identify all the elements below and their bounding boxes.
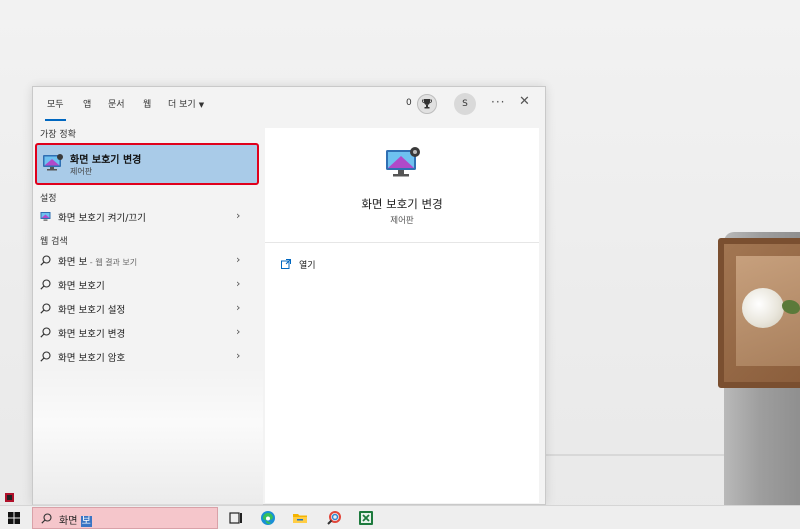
- best-match-subtitle: 제어판: [70, 167, 93, 176]
- web-result-label: 화면 보 - 웹 결과 보기: [58, 257, 138, 268]
- display-icon: [40, 212, 51, 221]
- detail-subtitle: 제어판: [390, 216, 414, 226]
- chevron-right-icon[interactable]: ›: [236, 301, 240, 314]
- start-icon[interactable]: [8, 512, 20, 524]
- rewards-count: 0: [406, 98, 412, 108]
- task-view-icon[interactable]: [228, 510, 244, 526]
- web-result-label: 화면 보호기 암호: [58, 353, 126, 364]
- start-menu-search-panel: 모두 앱 문서 웹 더 보기 ▼ 0 S ··· ✕ 가장 정확 화면 보호기 변…: [32, 86, 546, 507]
- web-result-item[interactable]: 화면 보호기 ›: [33, 274, 263, 294]
- search-results-list: 가장 정확 화면 보호기 변경 제어판 설정 화면 보호기 켜기/끄기 › 웹 …: [33, 127, 263, 507]
- taskbar: 화면 보: [0, 505, 800, 529]
- search-icon: [40, 351, 51, 362]
- open-icon: [281, 259, 291, 269]
- monitor-settings-icon: [43, 154, 63, 171]
- web-result-item[interactable]: 화면 보호기 설정 ›: [33, 298, 263, 318]
- blurred-region: [33, 367, 263, 507]
- settings-item-screensaver-toggle[interactable]: 화면 보호기 켜기/끄기 ›: [33, 206, 263, 226]
- chevron-right-icon[interactable]: ›: [236, 253, 240, 266]
- web-result-item[interactable]: 화면 보호기 변경 ›: [33, 322, 263, 342]
- divider: [265, 242, 539, 243]
- edge-icon[interactable]: [260, 510, 276, 526]
- detail-title: 화면 보호기 변경: [361, 197, 443, 211]
- result-detail-pane: 화면 보호기 변경 제어판 열기: [265, 128, 539, 503]
- web-result-item[interactable]: 화면 보 - 웹 결과 보기 ›: [33, 250, 263, 270]
- tab-more[interactable]: 더 보기 ▼: [168, 98, 204, 112]
- best-match-title: 화면 보호기 변경: [70, 155, 142, 166]
- excel-icon[interactable]: [358, 510, 374, 526]
- desktop-app-icon[interactable]: [5, 493, 14, 502]
- tab-more-label: 더 보기: [168, 100, 196, 110]
- open-action[interactable]: 열기: [281, 258, 521, 274]
- best-match-item[interactable]: 화면 보호기 변경 제어판: [35, 143, 259, 185]
- search-filter-bar: 모두 앱 문서 웹 더 보기 ▼ 0 S ··· ✕: [33, 87, 545, 123]
- tab-web[interactable]: 웹: [143, 98, 151, 112]
- search-app-icon[interactable]: [326, 510, 342, 526]
- search-icon: [40, 303, 51, 314]
- chevron-right-icon[interactable]: ›: [236, 325, 240, 338]
- search-icon: [40, 255, 51, 266]
- open-action-label: 열기: [299, 261, 316, 271]
- web-result-label: 화면 보호기: [58, 281, 105, 292]
- trophy-icon[interactable]: [417, 94, 437, 114]
- chevron-right-icon[interactable]: ›: [236, 209, 240, 222]
- search-query-selection: 보: [80, 516, 92, 527]
- chevron-right-icon[interactable]: ›: [236, 277, 240, 290]
- settings-heading: 설정: [40, 194, 57, 204]
- web-search-heading: 웹 검색: [40, 237, 68, 247]
- tab-all[interactable]: 모두: [45, 98, 66, 121]
- settings-item-label: 화면 보호기 켜기/끄기: [58, 213, 146, 224]
- file-explorer-icon[interactable]: [292, 510, 308, 526]
- caret-down-icon: ▼: [198, 101, 205, 109]
- best-match-heading: 가장 정확: [40, 130, 76, 140]
- more-options-icon[interactable]: ···: [491, 95, 505, 109]
- taskbar-search-input[interactable]: 화면 보: [32, 507, 218, 529]
- web-result-label: 화면 보호기 변경: [58, 329, 126, 340]
- search-icon: [40, 327, 51, 338]
- web-result-item[interactable]: 화면 보호기 암호 ›: [33, 346, 263, 366]
- search-icon: [40, 279, 51, 290]
- close-icon[interactable]: ✕: [519, 94, 530, 109]
- tab-documents[interactable]: 문서: [108, 98, 125, 112]
- chevron-right-icon[interactable]: ›: [236, 349, 240, 362]
- desktop-wallpaper-rose: [742, 288, 784, 328]
- monitor-settings-icon: [386, 147, 420, 177]
- search-icon: [41, 513, 52, 524]
- desktop-wallpaper-leaf: [782, 300, 800, 314]
- web-result-label: 화면 보호기 설정: [58, 305, 126, 316]
- tab-apps[interactable]: 앱: [83, 98, 91, 112]
- search-query: 화면 보: [59, 516, 92, 527]
- user-avatar[interactable]: S: [454, 93, 476, 115]
